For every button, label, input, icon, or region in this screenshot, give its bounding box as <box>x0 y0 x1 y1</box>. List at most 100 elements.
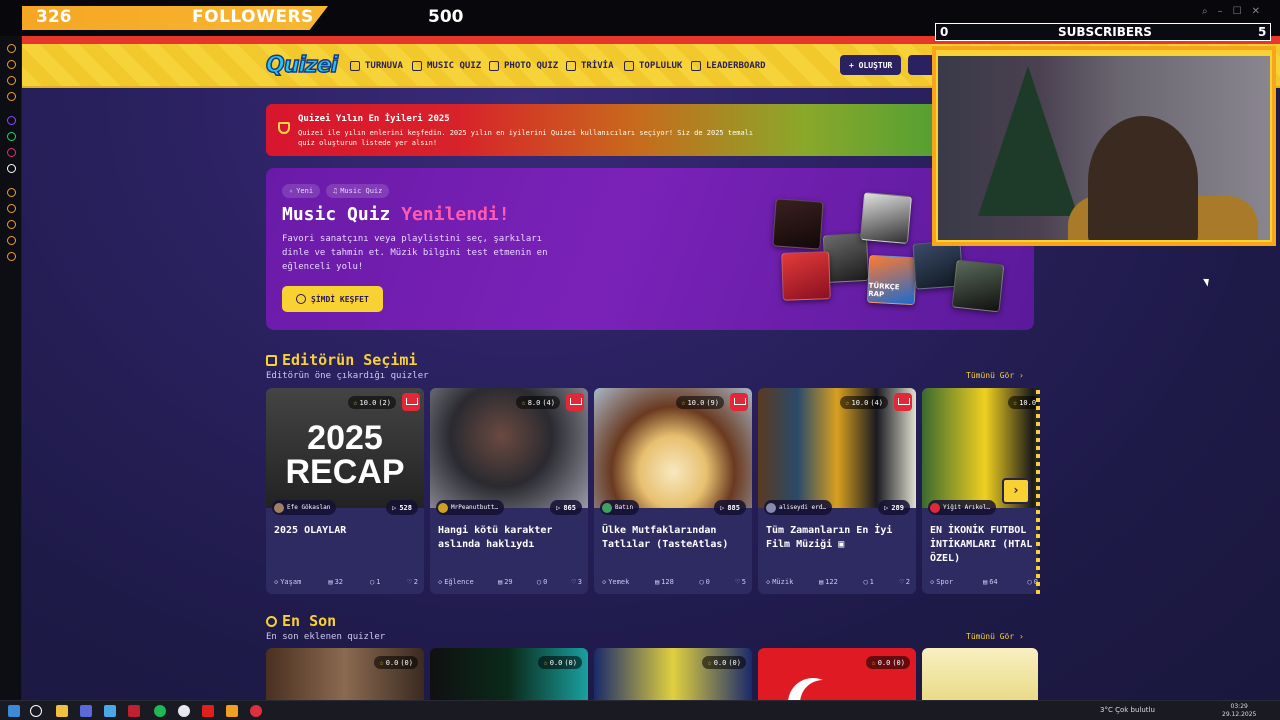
trophy-icon <box>350 61 360 71</box>
quiz-card[interactable]: ☆ 0.0 (0) <box>594 648 752 700</box>
album-cover: TÜRKÇE RAP <box>866 254 918 306</box>
windows-start-icon[interactable] <box>8 705 20 717</box>
create-button[interactable]: + OLUŞTUR <box>840 55 902 75</box>
wallet-icon[interactable] <box>7 220 16 229</box>
category: ◇ Spor <box>930 578 954 586</box>
avatar <box>930 502 940 513</box>
obs-icon[interactable] <box>226 705 238 717</box>
see-all-editors-link[interactable]: Tümünü Gör › <box>966 371 1024 380</box>
search-icon[interactable]: ⌕ <box>1202 6 1208 17</box>
author-chip[interactable]: Yiğit Arıkol… <box>928 500 996 515</box>
question-count: ▤ 29 <box>497 578 513 586</box>
star-icon: ☆ <box>1013 398 1018 407</box>
settings-icon[interactable] <box>7 252 16 261</box>
users-icon <box>624 61 634 71</box>
teams-icon[interactable] <box>80 705 92 717</box>
nav-topluluk[interactable]: TOPLULUK <box>624 61 682 71</box>
home-icon[interactable] <box>7 44 16 53</box>
clock[interactable]: 03:29 29.12.2025 <box>1222 703 1256 719</box>
download-icon[interactable] <box>7 92 16 101</box>
youtube-icon[interactable] <box>202 705 214 717</box>
edge-icon[interactable] <box>104 705 116 717</box>
quiz-card[interactable]: ☆ 10.0 (4) aliseydi erd… ▷ 289 Tüm Zamanlar… <box>758 388 916 594</box>
instagram-icon[interactable] <box>7 148 16 157</box>
bookmark-icon[interactable] <box>7 60 16 69</box>
star-icon: ☆ <box>845 398 850 407</box>
quiz-card[interactable]: ☆ 0.0 (0) <box>758 648 916 700</box>
subscribers-label: SUBSCRIBERS <box>1058 25 1152 39</box>
minimize-icon[interactable]: – <box>1218 6 1223 17</box>
rating-badge: ☆ 10.0 (9) <box>676 396 724 409</box>
star-icon: ☆ <box>379 658 384 667</box>
puzzle-icon[interactable] <box>7 204 16 213</box>
spotify-icon[interactable] <box>154 705 166 717</box>
see-all-latest-link[interactable]: Tümünü Gör › <box>966 632 1024 641</box>
category: ◇ Müzik <box>766 578 794 586</box>
avatar <box>766 502 776 513</box>
question-count: ▤ 128 <box>654 578 674 586</box>
nav-music-quiz[interactable]: MUSIC QUIZ <box>412 61 481 71</box>
crown-icon <box>266 354 277 366</box>
chrome-icon[interactable] <box>178 705 190 717</box>
nav-turnuva[interactable]: TURNUVA <box>350 61 403 71</box>
question-count: ▤ 64 <box>982 578 998 586</box>
coin-icon <box>296 294 306 304</box>
search-icon[interactable] <box>30 705 42 717</box>
app-icon[interactable] <box>250 705 262 717</box>
banner-text: Quizei ile yılın enlerini keşfedin. 2025… <box>298 129 754 147</box>
sparkle-icon: ✧ <box>289 187 294 195</box>
history-icon[interactable] <box>7 76 16 85</box>
like-count: ♡ 2 <box>407 578 418 586</box>
site-logo[interactable]: Quizei <box>265 52 339 79</box>
avatar <box>602 502 612 513</box>
heart-icon: ♡ <box>407 578 412 586</box>
heart-icon: ♡ <box>571 578 576 586</box>
carousel-next-button[interactable]: › <box>1002 478 1030 504</box>
star-icon: ☆ <box>543 658 548 667</box>
heart-icon[interactable] <box>7 236 16 245</box>
close-icon[interactable]: ✕ <box>1252 6 1260 17</box>
quiz-card[interactable]: ☆ 0.0 (0) <box>430 648 588 700</box>
yearly-best-banner[interactable]: Quizei Yılın En İyileri 2025 Quizei ile … <box>266 104 1034 156</box>
quiz-card[interactable]: ☆ 10.0 (9) Batın ▷ 885 Ülke Mutfaklarından … <box>594 388 752 594</box>
quiz-card[interactable]: 2025 RECAP ☆ 10.0 (2) Efe Gökaslan ▷ 528 20… <box>266 388 424 594</box>
comment-icon: ◯ <box>699 578 704 586</box>
file-explorer-icon[interactable] <box>56 705 68 717</box>
twitch-icon[interactable] <box>7 116 16 125</box>
nav-leaderboard[interactable]: LEADERBOARD <box>691 61 766 71</box>
heart-icon: ♡ <box>899 578 904 586</box>
quiz-card[interactable]: ☆ 0.0 (0) <box>266 648 424 700</box>
comment-count: ◯ 1 <box>370 578 381 586</box>
windows-taskbar: 3°C Çok bulutlu 03:29 29.12.2025 <box>0 700 1280 720</box>
quiz-card[interactable] <box>922 648 1038 700</box>
nav-photo-quiz[interactable]: PHOTO QUIZ <box>489 61 558 71</box>
music-note-icon <box>412 61 422 71</box>
weather-widget[interactable]: 3°C Çok bulutlu <box>1100 706 1155 714</box>
layers-icon: ▤ <box>328 578 333 586</box>
discover-now-button[interactable]: ŞİMDİ KEŞFET <box>282 286 383 312</box>
rating-badge: ☆ 0.0 (0) <box>866 656 910 669</box>
followers-label: FOLLOWERS <box>192 7 314 27</box>
quiz-title: Tüm Zamanların En İyi Film Müziği ▣ <box>766 525 893 550</box>
layers-icon: ▤ <box>982 578 988 586</box>
whatsapp-icon[interactable] <box>7 132 16 141</box>
author-chip[interactable]: Batın <box>600 500 640 515</box>
streamer-head <box>1088 116 1198 240</box>
author-chip[interactable]: aliseydi erd… <box>764 500 832 515</box>
author-chip[interactable]: Efe Gökaslan <box>272 500 337 515</box>
rating-badge: ☆ 0.0 (0) <box>374 656 418 669</box>
comment-count: ◯0 <box>536 578 548 586</box>
rating-badge: ☆ 10.0 (2) <box>348 396 396 409</box>
quiz-card[interactable]: ☆ 8.0 (4) MrPeanutbutt… ▷ 865 Hangi kötü ka… <box>430 388 588 594</box>
app-icon[interactable] <box>128 705 140 717</box>
nav-trivia[interactable]: TRİVİA <box>566 61 614 71</box>
clock-icon[interactable] <box>7 188 16 197</box>
author-chip[interactable]: MrPeanutbutt… <box>436 500 504 515</box>
maximize-icon[interactable]: ☐ <box>1233 6 1242 17</box>
x-icon[interactable] <box>7 164 16 173</box>
play-count: ▷ 289 <box>878 500 910 515</box>
quiz-thumbnail <box>758 388 916 508</box>
album-cover <box>781 251 831 301</box>
quiz-meta: ◇ Eğlence ▤ 29 ◯ 0 ♡ 3 <box>438 578 582 586</box>
layers-icon: ▤ <box>818 578 824 586</box>
